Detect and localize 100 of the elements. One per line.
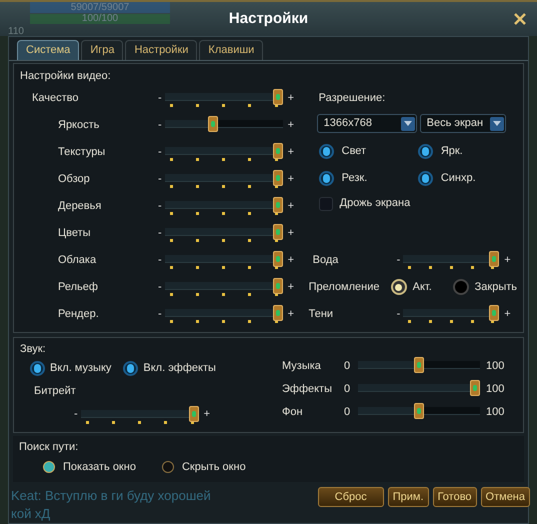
minus-label: -	[158, 118, 162, 133]
level-readout: 110	[8, 25, 25, 39]
radio-label: Акт.	[412, 280, 432, 295]
setting-label: Качество	[32, 90, 80, 106]
slider-track[interactable]	[80, 406, 199, 422]
slider-track[interactable]	[358, 357, 480, 373]
slider-track[interactable]	[358, 403, 480, 419]
volume-label: Эффекты	[282, 382, 334, 397]
min-label: 0	[344, 358, 352, 374]
toggle-icon[interactable]	[123, 360, 138, 376]
section-heading: Поиск пути:	[19, 440, 80, 454]
slider-thumb[interactable]	[272, 89, 283, 105]
slider-track[interactable]	[164, 251, 283, 267]
dropdown[interactable]: Весь экран	[420, 114, 506, 133]
setting-label: Тени	[308, 306, 334, 322]
minus-label: -	[158, 226, 162, 241]
checkbox-label: Дрожь экрана	[340, 196, 410, 212]
slider-thumb[interactable]	[414, 403, 424, 419]
toggle-label: Ярк.	[440, 144, 463, 159]
slider-thumb[interactable]	[272, 224, 283, 240]
minus-label: -	[74, 407, 78, 422]
slider-thumb[interactable]	[470, 380, 480, 396]
max-label: 100	[486, 382, 504, 397]
setting-label: Рендер.	[58, 306, 100, 322]
slider-track[interactable]	[403, 251, 500, 267]
slider-track[interactable]	[358, 380, 480, 396]
radio-button[interactable]	[43, 461, 55, 473]
radio-label: Показать окно	[63, 460, 136, 475]
checkbox[interactable]	[318, 196, 333, 210]
toggle-icon[interactable]	[30, 360, 45, 376]
caret-icon	[490, 116, 504, 130]
plus-label: +	[504, 252, 511, 268]
setting-label: Обзор	[58, 172, 91, 187]
setting-label: Цветы	[58, 226, 92, 241]
minus-label: -	[158, 306, 162, 322]
radio-button[interactable]	[452, 279, 469, 295]
toggle-label: Синхр.	[440, 170, 476, 186]
window-title: Настройки	[228, 8, 308, 29]
toggle-icon[interactable]	[418, 144, 433, 158]
plus-label: +	[204, 407, 210, 422]
setting-label: Преломление	[308, 280, 380, 295]
tab[interactable]: Игра	[81, 40, 124, 60]
slider-thumb[interactable]	[272, 305, 283, 321]
tab[interactable]: Система	[17, 40, 80, 60]
dialog-button[interactable]: Сброс	[318, 487, 384, 507]
slider-thumb[interactable]	[208, 116, 218, 132]
slider-thumb[interactable]	[272, 143, 283, 159]
radio-label: Скрыть окно	[182, 460, 246, 475]
plus-label: +	[288, 172, 294, 187]
slider-thumb[interactable]	[414, 357, 424, 373]
toggle-icon[interactable]	[418, 170, 433, 186]
close-icon[interactable]	[513, 12, 527, 26]
chat-message: Keat: Вступлю в ги буду хорошей	[11, 487, 211, 505]
slider-thumb[interactable]	[272, 251, 283, 267]
plus-label: +	[288, 118, 294, 133]
slider-thumb[interactable]	[489, 305, 500, 321]
slider-track[interactable]	[164, 170, 283, 186]
setting-label: Битрейт	[34, 384, 77, 399]
toggle-icon[interactable]	[318, 144, 334, 158]
plus-label: +	[504, 306, 511, 322]
slider-track[interactable]	[164, 143, 283, 159]
tab[interactable]: Клавиши	[199, 40, 264, 60]
max-label: 100	[486, 358, 504, 374]
plus-label: +	[288, 226, 294, 241]
health-readout: 59007/59007	[30, 2, 170, 13]
slider-thumb[interactable]	[272, 278, 283, 294]
section-heading: Звук:	[20, 342, 47, 356]
toggle-label: Вкл. эффекты	[143, 360, 216, 376]
toggle-icon[interactable]	[318, 170, 334, 186]
setting-label: Яркость	[58, 118, 100, 133]
radio-button[interactable]	[162, 461, 174, 473]
slider-track[interactable]	[164, 278, 283, 294]
radio-label: Закрыть	[474, 280, 517, 295]
slider-track[interactable]	[164, 89, 283, 105]
setting-label: Облака	[58, 252, 98, 268]
minus-label: -	[396, 252, 400, 268]
minus-label: -	[158, 198, 162, 214]
setting-label: Деревья	[58, 198, 102, 214]
plus-label: +	[288, 90, 294, 106]
dialog-button[interactable]: Готово	[432, 487, 477, 507]
slider-thumb[interactable]	[489, 251, 500, 267]
dialog-button[interactable]: Отмена	[480, 487, 530, 507]
slider-track[interactable]	[403, 305, 500, 321]
slider-track[interactable]	[164, 116, 283, 132]
slider-track[interactable]	[164, 224, 283, 240]
slider-thumb[interactable]	[272, 170, 283, 186]
plus-label: +	[288, 144, 294, 160]
min-label: 0	[344, 404, 352, 420]
slider-track[interactable]	[164, 197, 283, 213]
tab[interactable]: Настройки	[125, 40, 198, 60]
slider-thumb[interactable]	[272, 197, 283, 213]
dropdown[interactable]: 1366x768	[316, 114, 417, 133]
setting-label: Рельеф	[58, 280, 99, 295]
slider-track[interactable]	[164, 305, 283, 321]
setting-label: Разрешение:	[318, 90, 386, 106]
minus-label: -	[158, 172, 162, 187]
radio-button[interactable]	[390, 279, 407, 295]
dialog-button[interactable]: Прим.	[388, 487, 429, 507]
minus-label: -	[396, 306, 400, 322]
slider-thumb[interactable]	[188, 406, 199, 422]
